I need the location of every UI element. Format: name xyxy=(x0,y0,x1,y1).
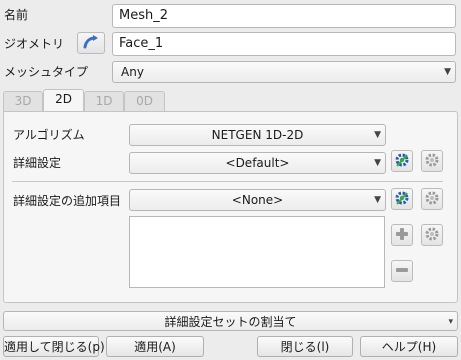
hypothesis-new-icon xyxy=(424,226,440,245)
dropdown-arrow-icon: ▼ xyxy=(444,67,451,77)
hypothesis-edit-icon xyxy=(394,190,410,209)
additional-hypothesis-new-button-2[interactable] xyxy=(421,224,443,246)
dropdown-arrow-icon: ▼ xyxy=(374,130,381,140)
apply-button[interactable]: 適用(A) xyxy=(106,336,204,357)
dropdown-arrow-icon: ▼ xyxy=(374,158,381,168)
hypothesis-set-label: 詳細設定セットの割当て xyxy=(164,315,297,329)
mesh-type-select[interactable]: Any ▼ xyxy=(112,61,456,83)
mesh-type-label: メッシュタイプ xyxy=(4,65,89,79)
dropdown-arrow-icon: ▼ xyxy=(374,195,381,205)
hypothesis-value: <Default> xyxy=(225,156,290,170)
additional-hypothesis-label: 詳細設定の追加項目 xyxy=(13,194,122,208)
hypothesis-select[interactable]: <Default> ▼ xyxy=(129,152,386,174)
apply-and-close-button[interactable]: 適用して閉じる(p) xyxy=(3,336,105,357)
hypothesis-new-button[interactable] xyxy=(421,150,443,172)
additional-hypothesis-select[interactable]: <None> ▼ xyxy=(129,189,386,211)
divider xyxy=(12,181,443,182)
tab-1d[interactable]: 1D xyxy=(84,91,124,111)
help-button[interactable]: ヘルプ(H) xyxy=(360,336,458,357)
additional-hypothesis-list[interactable] xyxy=(129,216,385,288)
hypothesis-set-button[interactable]: 詳細設定セットの割当て ▾ xyxy=(3,311,458,331)
hypothesis-edit-icon xyxy=(394,152,410,171)
hypothesis-label: 詳細設定 xyxy=(13,156,62,170)
geometry-select-button[interactable] xyxy=(77,32,105,54)
additional-hypothesis-new-button[interactable] xyxy=(421,188,443,210)
tab-2d[interactable]: 2D xyxy=(43,89,84,111)
additional-hypothesis-value: <None> xyxy=(231,193,284,207)
add-hypothesis-button[interactable] xyxy=(391,224,413,246)
name-label: 名前 xyxy=(4,8,29,22)
algorithm-select[interactable]: NETGEN 1D-2D ▼ xyxy=(129,124,386,146)
plus-icon xyxy=(395,227,409,244)
mesh-type-value: Any xyxy=(121,65,144,79)
geometry-label: ジオメトリ xyxy=(4,37,65,51)
hypothesis-edit-button[interactable] xyxy=(391,150,413,172)
minus-icon xyxy=(395,263,409,280)
arrow-select-icon xyxy=(82,34,100,53)
close-button[interactable]: 閉じる(l) xyxy=(257,336,353,357)
dropdown-arrow-icon: ▾ xyxy=(448,317,453,327)
tab-3d[interactable]: 3D xyxy=(3,91,43,111)
hypothesis-new-icon xyxy=(424,152,440,171)
tab-0d[interactable]: 0D xyxy=(124,91,165,111)
hypothesis-new-icon xyxy=(424,190,440,209)
additional-hypothesis-edit-button[interactable] xyxy=(391,188,413,210)
name-input[interactable]: Mesh_2 xyxy=(112,4,456,28)
algorithm-value: NETGEN 1D-2D xyxy=(211,128,304,142)
remove-hypothesis-button[interactable] xyxy=(391,260,413,282)
algorithm-label: アルゴリズム xyxy=(13,128,85,142)
geometry-input[interactable]: Face_1 xyxy=(112,32,456,56)
